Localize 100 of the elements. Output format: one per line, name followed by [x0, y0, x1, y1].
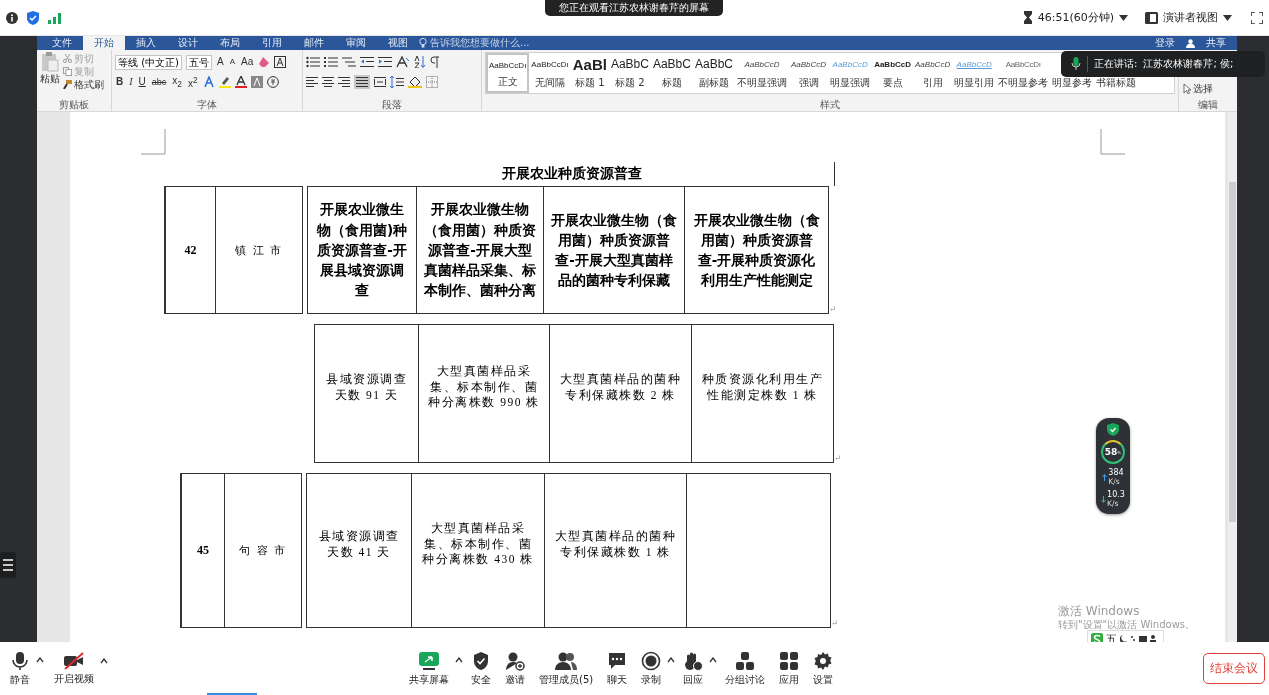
text-effects-icon[interactable]	[202, 76, 215, 88]
increase-indent-icon[interactable]	[378, 56, 392, 68]
ribbon-tab[interactable]: 审阅	[335, 36, 377, 50]
asian-layout-icon[interactable]	[396, 56, 410, 68]
font-name-field[interactable]: 等线 (中文正)	[115, 54, 182, 70]
font-color-icon[interactable]	[234, 76, 247, 88]
format-button[interactable]: x$_{2}$	[171, 74, 183, 90]
style-preset[interactable]: 明显参考	[1050, 75, 1095, 93]
ribbon-tab[interactable]: 文件	[41, 36, 83, 50]
justify-icon[interactable]	[354, 75, 370, 89]
style-preset[interactable]: AaBbC 副标题	[692, 53, 735, 93]
toolbar-button[interactable]: 邀请	[499, 650, 531, 687]
font-size-field[interactable]: 五号	[186, 54, 212, 70]
borders-icon[interactable]	[426, 76, 438, 88]
format-button[interactable]: abc	[150, 76, 168, 88]
align-right-icon[interactable]	[338, 76, 350, 88]
toolbar-button[interactable]: 静音	[4, 650, 36, 687]
line-spacing-icon[interactable]	[390, 76, 404, 88]
style-preset[interactable]: AaBbCcD 要点	[872, 53, 914, 93]
video-off-icon	[63, 651, 85, 670]
info-icon[interactable]	[6, 11, 18, 24]
toolbar-button[interactable]: 回应	[677, 650, 710, 687]
signal-icon[interactable]	[48, 11, 62, 24]
toolbar-button[interactable]: 设置	[807, 650, 840, 687]
dropdown-icon[interactable]	[1119, 14, 1128, 21]
style-preset[interactable]: AaBbCcD 明显引用	[952, 53, 997, 93]
caret-icon[interactable]	[667, 656, 676, 663]
dropdown-icon[interactable]	[1223, 14, 1232, 21]
paragraph-mark-icon[interactable]	[430, 56, 440, 68]
style-preset[interactable]: 书籍标题	[1094, 75, 1139, 93]
select-button[interactable]: 选择	[1182, 82, 1234, 95]
style-preset[interactable]: AaBbCcD 强调	[789, 53, 829, 93]
layout-icon	[1145, 11, 1158, 24]
numbered-list-icon[interactable]	[324, 56, 338, 68]
format-button[interactable]: x$^{2}$	[186, 73, 199, 91]
align-left-icon[interactable]	[306, 76, 318, 88]
toolbar-button[interactable]: 录制	[635, 650, 668, 687]
format-button[interactable]: U	[137, 76, 147, 88]
grow-font-button[interactable]: A	[216, 56, 225, 68]
meeting-timer[interactable]: 46:51(60分钟)	[1037, 10, 1114, 25]
format-button[interactable]: B	[115, 76, 125, 88]
ribbon-tab[interactable]: 视图	[377, 36, 419, 50]
decrease-indent-icon[interactable]	[360, 56, 374, 68]
record-icon	[641, 650, 662, 671]
toolbar-button[interactable]: 聊天	[601, 650, 634, 687]
style-preset[interactable]: AaBbCcDı 无间隔	[529, 53, 571, 93]
paste-button[interactable]: 粘贴	[40, 52, 60, 91]
activation-title: 激活 Windows	[1058, 605, 1141, 618]
style-preset[interactable]: AaBbCcDı 正文	[486, 53, 530, 93]
toolbar-button[interactable]: 安全	[465, 650, 497, 687]
style-preset[interactable]: AaBbCcD 引用	[913, 53, 953, 93]
ribbon-tab[interactable]: 插入	[125, 36, 167, 50]
end-meeting-button[interactable]: 结束会议	[1203, 653, 1265, 684]
ribbon-tab[interactable]: 邮件	[293, 36, 335, 50]
scrollbar-thumb[interactable]	[1229, 182, 1236, 522]
bullet-list-icon[interactable]	[306, 56, 320, 68]
style-preset[interactable]: AaBbCcD 不明显强调	[735, 53, 789, 93]
shrink-font-button[interactable]: A	[228, 56, 236, 68]
ribbon-tab[interactable]: 开始	[83, 36, 125, 50]
enclosed-character-icon[interactable]	[266, 76, 279, 88]
ribbon-tab[interactable]: 设计	[167, 36, 209, 50]
toolbar-button[interactable]: 应用	[773, 650, 806, 687]
person-icon[interactable]	[1186, 38, 1195, 48]
ribbon-tab[interactable]: 引用	[251, 36, 293, 50]
style-preset[interactable]: AaBbCcDı 不明显参考	[996, 53, 1051, 93]
paint-bucket-icon[interactable]	[408, 76, 422, 88]
group-label: 剪贴板	[58, 99, 90, 111]
menu-icon[interactable]	[0, 552, 16, 578]
align-center-icon[interactable]	[322, 76, 334, 88]
toolbar-button[interactable]: 分组讨论	[719, 650, 772, 687]
style-preset[interactable]: AaBbCcD 明显强调	[828, 53, 873, 93]
sharing-banner[interactable]: 您正在观看江苏农林谢春芹的屏幕	[545, 0, 723, 16]
format-button[interactable]: I	[128, 76, 134, 88]
clipboard-button[interactable]: 格式刷	[62, 78, 105, 91]
multilevel-list-icon[interactable]	[342, 56, 356, 68]
share-link[interactable]: 共享	[1195, 36, 1237, 50]
sort-icon[interactable]	[414, 56, 426, 68]
toolbar-button[interactable]: 管理成员(5)	[533, 650, 600, 687]
caret-icon[interactable]	[709, 656, 718, 663]
toolbar-button[interactable]: 共享屏幕	[403, 650, 455, 687]
style-preset[interactable]: AaBl 标题 1	[570, 53, 609, 93]
style-preset[interactable]: AaBbC 标题	[650, 53, 693, 93]
tell-me-field[interactable]: 告诉我您想要做什么...	[430, 36, 530, 50]
table-title: 开展农业种质资源普查	[502, 165, 642, 183]
view-mode-button[interactable]: 演讲者视图	[1163, 10, 1218, 25]
toolbar-button[interactable]: 开启视频	[48, 651, 100, 686]
sign-in-link[interactable]: 登录	[1144, 36, 1186, 50]
ribbon-tab[interactable]: 布局	[209, 36, 251, 50]
highlight-box-icon[interactable]	[274, 56, 287, 68]
settings-icon	[813, 650, 834, 671]
caret-icon[interactable]	[100, 657, 108, 664]
shield-icon[interactable]	[26, 10, 40, 25]
caret-icon[interactable]	[455, 656, 463, 663]
caret-icon[interactable]	[36, 656, 44, 663]
style-preset[interactable]: AaBbC 标题 2	[608, 53, 651, 93]
share-screen-icon	[418, 650, 440, 671]
fullscreen-icon[interactable]	[1251, 11, 1263, 24]
highlighter-icon[interactable]	[218, 76, 231, 88]
change-case-button[interactable]: Aa	[240, 56, 255, 68]
distributed-icon[interactable]	[374, 76, 386, 88]
